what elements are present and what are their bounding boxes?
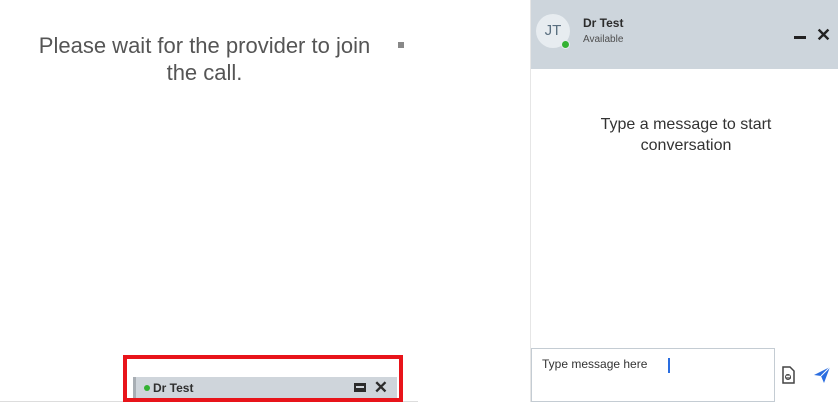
empty-state-message: Type a message to start conversation (600, 116, 772, 154)
file-attach-icon[interactable] (780, 366, 796, 384)
contact-name: Dr Test (583, 16, 624, 30)
minimize-icon[interactable] (794, 36, 806, 39)
chat-messages-area: Type a message to start conversation (531, 69, 838, 348)
online-status-icon (561, 40, 570, 49)
online-status-icon (144, 384, 150, 391)
close-icon[interactable]: ✕ (816, 24, 831, 46)
contact-status: Available (583, 34, 624, 45)
send-icon[interactable] (813, 366, 831, 384)
chat-header: JT Dr Test Available ✕ (531, 0, 838, 69)
message-composer (531, 348, 838, 402)
close-icon[interactable]: ✕ (374, 377, 388, 399)
minimized-chat-highlight: Dr Test ✕ (123, 355, 403, 402)
minimized-chat-name: Dr Test (153, 380, 194, 395)
bullet-icon (398, 42, 404, 48)
minimized-chat-bar[interactable]: Dr Test ✕ (133, 377, 397, 398)
chat-window: JT Dr Test Available ✕ Type a message to… (530, 0, 838, 402)
window-maximize-icon[interactable] (354, 383, 366, 392)
message-input[interactable] (531, 348, 775, 402)
waiting-screen: Please wait for the provider to join the… (0, 0, 420, 402)
text-cursor (668, 358, 670, 373)
waiting-message: Please wait for the provider to join the… (38, 33, 371, 85)
